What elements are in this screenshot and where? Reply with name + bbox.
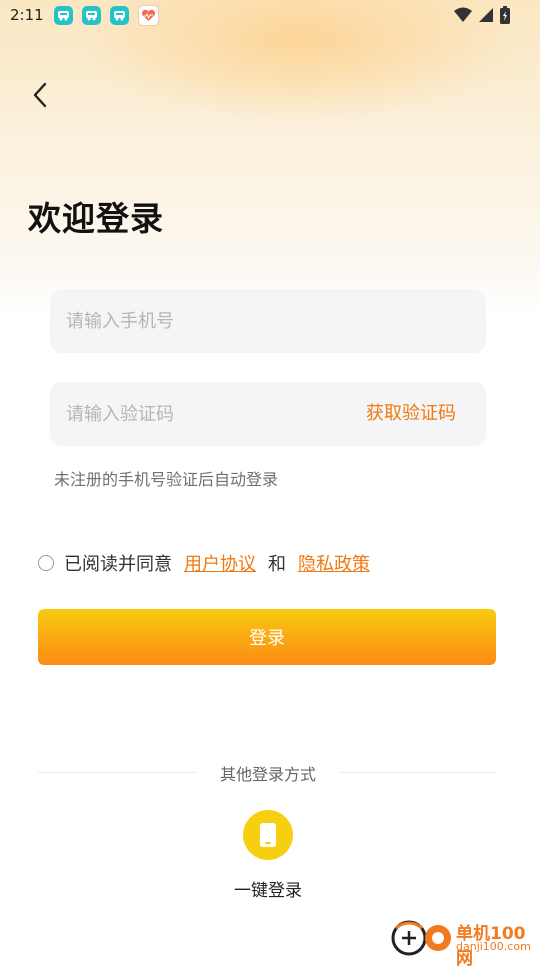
- agreement-and-text: 和: [268, 554, 286, 575]
- header-gradient-background: [0, 0, 540, 320]
- teal-app-icon: [53, 5, 73, 25]
- heart-app-icon: [137, 4, 159, 26]
- agreement-row: 已阅读并同意 用户协议 和 隐私政策: [38, 549, 370, 577]
- wifi-icon: [454, 7, 472, 22]
- phone-icon: [260, 823, 276, 847]
- site-watermark: 单机100网 danji100.com: [388, 916, 540, 969]
- privacy-policy-link[interactable]: 隐私政策: [298, 550, 370, 576]
- verification-code-input[interactable]: [66, 382, 316, 446]
- one-click-login-label: 一键登录: [234, 881, 302, 901]
- battery-icon: [500, 6, 510, 24]
- agreement-prefix: 已阅读并同意: [64, 554, 172, 575]
- watermark-logo-icon: [391, 920, 451, 956]
- one-click-login-button[interactable]: [243, 810, 293, 860]
- user-agreement-link[interactable]: 用户协议: [184, 550, 256, 576]
- watermark-url: danji100.com: [456, 940, 531, 953]
- divider-right: [340, 772, 496, 773]
- status-bar: 2:11: [0, 0, 540, 30]
- code-field: 获取验证码: [50, 382, 486, 446]
- divider-left: [38, 772, 196, 773]
- back-button[interactable]: [26, 80, 56, 110]
- get-code-button[interactable]: 获取验证码: [366, 382, 456, 446]
- login-button[interactable]: 登录: [38, 609, 496, 665]
- page-title: 欢迎登录: [28, 199, 164, 238]
- auto-register-hint: 未注册的手机号验证后自动登录: [54, 470, 279, 489]
- signal-icon: [479, 8, 493, 22]
- status-time: 2:11: [10, 6, 44, 24]
- system-status-icons: [454, 6, 510, 24]
- phone-input[interactable]: [66, 289, 466, 353]
- teal-app-icon: [81, 5, 101, 25]
- agreement-checkbox[interactable]: [38, 555, 54, 571]
- chevron-left-icon: [33, 82, 47, 108]
- other-login-label: 其他登录方式: [219, 765, 316, 784]
- teal-app-icon: [109, 5, 129, 25]
- phone-field: [50, 289, 486, 353]
